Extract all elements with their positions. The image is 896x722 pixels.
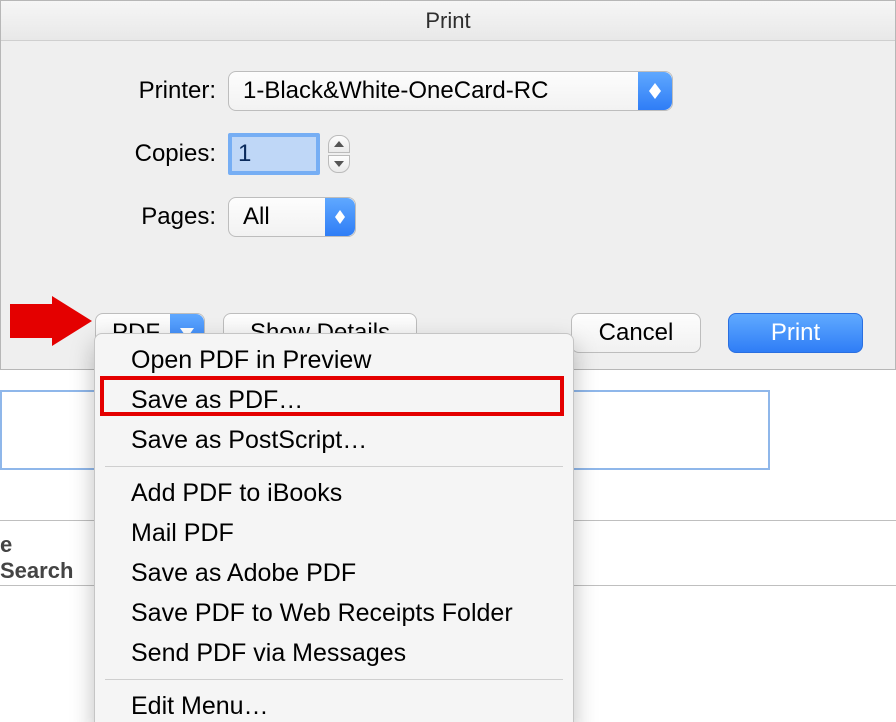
stepper-down-icon[interactable] <box>328 155 350 173</box>
dropdown-arrows-icon <box>325 198 355 236</box>
pages-value: All <box>243 203 270 231</box>
pages-select[interactable]: All <box>228 197 356 237</box>
menu-item-save-as-postscript[interactable]: Save as PostScript… <box>95 420 573 460</box>
menu-item-mail-pdf[interactable]: Mail PDF <box>95 513 573 553</box>
printer-select[interactable]: 1-Black&White-OneCard-RC <box>228 71 673 111</box>
printer-label: Printer: <box>1 77 216 105</box>
print-button[interactable]: Print <box>728 313 863 353</box>
cancel-button[interactable]: Cancel <box>571 313 701 353</box>
background-search-fragment: e Search <box>0 538 87 578</box>
dialog-title: Print <box>1 1 895 41</box>
copies-label: Copies: <box>1 140 216 168</box>
stepper-up-icon[interactable] <box>328 135 350 153</box>
menu-item-save-as-pdf[interactable]: Save as PDF… <box>95 380 573 420</box>
menu-item-add-to-ibooks[interactable]: Add PDF to iBooks <box>95 473 573 513</box>
menu-separator <box>105 466 563 467</box>
menu-item-open-preview[interactable]: Open PDF in Preview <box>95 340 573 380</box>
copies-input[interactable] <box>228 133 320 175</box>
pdf-dropdown-menu: Open PDF in Preview Save as PDF… Save as… <box>94 333 574 722</box>
menu-item-web-receipts[interactable]: Save PDF to Web Receipts Folder <box>95 593 573 633</box>
menu-separator <box>105 679 563 680</box>
print-dialog: Print Printer: 1-Black&White-OneCard-RC … <box>0 0 896 370</box>
menu-item-edit-menu[interactable]: Edit Menu… <box>95 686 573 722</box>
pages-label: Pages: <box>1 203 216 231</box>
dropdown-arrows-icon <box>638 72 672 110</box>
print-form: Printer: 1-Black&White-OneCard-RC Copies… <box>1 41 895 237</box>
printer-value: 1-Black&White-OneCard-RC <box>243 77 548 105</box>
menu-item-send-messages[interactable]: Send PDF via Messages <box>95 633 573 673</box>
copies-stepper[interactable] <box>328 135 350 173</box>
menu-item-save-adobe-pdf[interactable]: Save as Adobe PDF <box>95 553 573 593</box>
